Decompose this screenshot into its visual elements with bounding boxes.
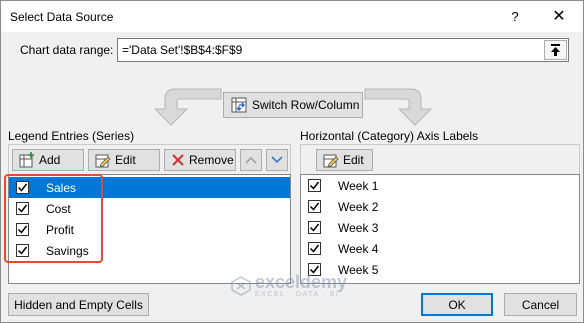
series-label: Sales (46, 180, 77, 195)
chart-data-range-input[interactable]: ='Data Set'!$B$4:$F$9 (117, 38, 569, 62)
add-icon (19, 152, 34, 168)
curved-arrow-left-icon (153, 88, 222, 126)
series-label: Profit (46, 222, 75, 237)
collapse-arrow-icon (551, 44, 560, 56)
list-item-week-3[interactable]: Week 3 (301, 217, 579, 238)
checkbox-cost[interactable] (16, 202, 29, 215)
checkbox-week-4[interactable] (308, 242, 321, 255)
edit-series-button[interactable]: Edit (88, 149, 160, 171)
axis-toolbar: Edit (300, 144, 580, 174)
edit-axis-label: Edit (343, 153, 364, 167)
axis-labels-label: Horizontal (Category) Axis Labels (300, 129, 479, 143)
cancel-button[interactable]: Cancel (504, 293, 577, 316)
edit-axis-labels-button[interactable]: Edit (316, 149, 373, 171)
help-button[interactable]: ? (502, 7, 528, 27)
move-up-button[interactable] (240, 149, 262, 171)
watermark-subtitle: EXCEL · DATA · BI (255, 291, 340, 298)
ok-button[interactable]: OK (421, 293, 493, 316)
list-item-savings[interactable]: Savings (9, 240, 290, 261)
checkbox-profit[interactable] (16, 223, 29, 236)
check-icon (309, 223, 320, 232)
list-item-cost[interactable]: Cost (9, 198, 290, 219)
axis-labels-list: Week 1 Week 2 Week 3 Week 4 Week 5 (300, 174, 580, 284)
list-item-profit[interactable]: Profit (9, 219, 290, 240)
check-icon (17, 204, 28, 213)
category-label: Week 1 (338, 178, 379, 193)
list-item-week-2[interactable]: Week 2 (301, 196, 579, 217)
close-button[interactable]: ✕ (544, 5, 574, 29)
collapse-dialog-button[interactable] (544, 40, 567, 60)
exceldemy-watermark: exceldemy EXCEL · DATA · BI (231, 273, 347, 298)
curved-arrow-right-icon (364, 88, 433, 126)
legend-entries-list: Sales Cost Profit Savings (8, 174, 291, 284)
series-label: Savings (46, 243, 89, 258)
category-label: Week 4 (338, 241, 379, 256)
chevron-up-icon (245, 156, 257, 164)
hidden-empty-cells-button[interactable]: Hidden and Empty Cells (8, 293, 149, 316)
series-label: Cost (46, 201, 71, 216)
legend-entries-label: Legend Entries (Series) (8, 129, 135, 143)
remove-series-button[interactable]: Remove (164, 149, 236, 171)
dialog-title: Select Data Source (10, 10, 114, 24)
edit-icon (95, 154, 111, 168)
checkbox-week-1[interactable] (308, 179, 321, 192)
category-label: Week 2 (338, 199, 379, 214)
list-item-sales[interactable]: Sales (9, 177, 290, 198)
checkbox-week-2[interactable] (308, 200, 321, 213)
add-label: Add (39, 153, 61, 167)
switch-row-column-icon (231, 97, 247, 113)
select-data-source-dialog: Select Data Source ? ✕ Chart data range:… (0, 0, 584, 323)
switch-row-column-label: Switch Row/Column (252, 98, 360, 112)
remove-label: Remove (189, 153, 234, 167)
edit-label: Edit (115, 153, 136, 167)
checkbox-week-3[interactable] (308, 221, 321, 234)
chart-data-range-label: Chart data range: (20, 43, 114, 57)
remove-icon (172, 154, 184, 166)
chevron-down-icon (271, 156, 283, 164)
category-label: Week 3 (338, 220, 379, 235)
list-item-week-4[interactable]: Week 4 (301, 238, 579, 259)
check-icon (17, 225, 28, 234)
check-icon (309, 202, 320, 211)
checkbox-sales[interactable] (16, 181, 29, 194)
exceldemy-logo-icon (231, 275, 251, 296)
legend-toolbar: Add Edit Remove (8, 144, 291, 174)
title-bar: Select Data Source ? ✕ (1, 1, 583, 32)
check-icon (17, 183, 28, 192)
list-item-week-1[interactable]: Week 1 (301, 175, 579, 196)
check-icon (17, 246, 28, 255)
check-icon (309, 181, 320, 190)
add-series-button[interactable]: Add (12, 149, 84, 171)
move-down-button[interactable] (266, 149, 288, 171)
watermark-title: exceldemy (255, 272, 348, 292)
check-icon (309, 244, 320, 253)
checkbox-savings[interactable] (16, 244, 29, 257)
switch-row-column-button[interactable]: Switch Row/Column (223, 92, 363, 118)
edit-icon (323, 154, 339, 168)
